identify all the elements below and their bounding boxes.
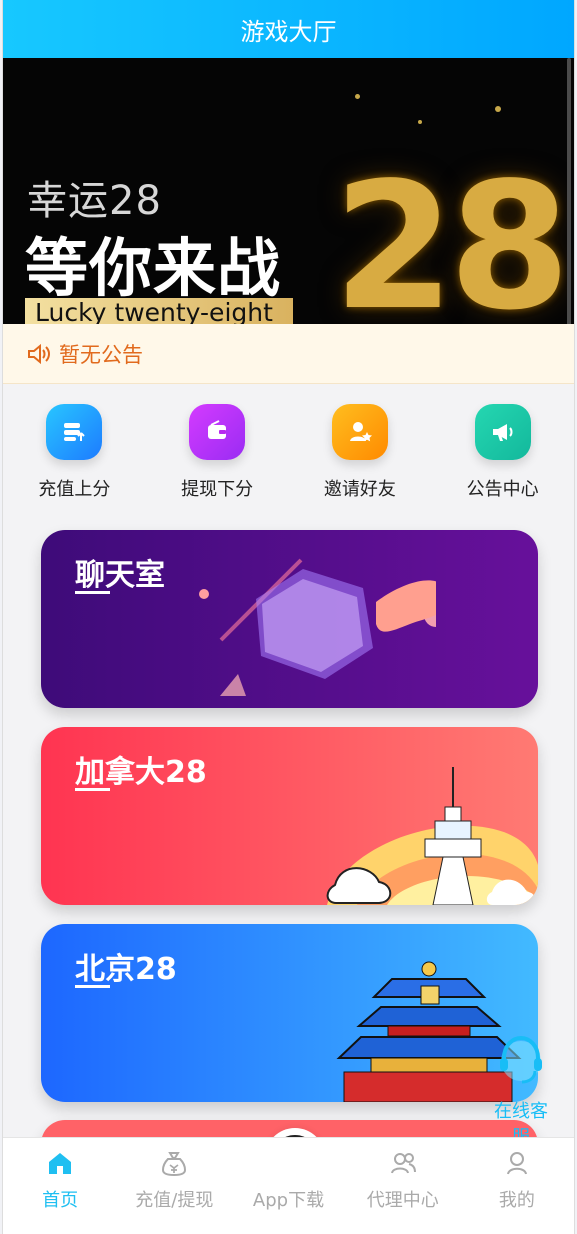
nav-recharge-label: 充值/提现 [135,1190,214,1211]
title-underline [75,591,110,594]
title-underline [75,985,110,988]
bottom-navigation: 首页 充值/提现 App下载 代理中心 我的 [3,1137,574,1234]
speaker-icon [25,341,51,367]
app-header: 游戏大厅 [3,0,574,58]
notice-bar: 暂无公告 [3,324,574,384]
nav-download-label: App下载 [252,1190,325,1211]
notice-text: 暂无公告 [59,342,143,367]
announcement-icon [474,404,531,460]
online-service[interactable]: 在线客服 [486,1034,556,1148]
recharge-label: 充值上分 [38,479,111,500]
headset-icon [500,1035,542,1084]
card-title: 加拿大28 [75,755,207,790]
nav-agent-center[interactable]: 代理中心 [346,1146,460,1212]
beijing28-card[interactable]: 北京28 [41,924,538,1102]
money-bag-icon [157,1146,191,1180]
banner-line-2: 等你来战 [25,232,281,305]
invite-label: 邀请好友 [323,479,396,500]
chatroom-card[interactable]: 聊天室 [41,530,538,708]
nav-profile-label: 我的 [498,1190,535,1211]
invite-icon [331,404,388,460]
card-title: 聊天室 [75,558,165,593]
page-title: 游戏大厅 [240,17,337,46]
recharge-icon [46,404,103,460]
canada28-card[interactable]: 加拿大28 [41,727,538,905]
withdraw-icon [189,404,246,460]
withdraw-label: 提现下分 [181,479,254,500]
nav-home[interactable]: 首页 [3,1146,117,1212]
dice-illustration [199,558,436,696]
nav-home-label: 首页 [42,1190,79,1211]
banner-tag: Lucky twenty-eight [25,298,293,324]
nav-app-download[interactable]: App下载 [231,1146,345,1212]
users-icon [386,1146,420,1180]
title-underline [75,788,110,791]
nav-profile[interactable]: 我的 [460,1146,574,1212]
app-frame: 游戏大厅 幸运28 等你来战 Lucky twenty-eight 28 暂无公… [2,0,575,1234]
card-title: 北京28 [75,952,177,987]
nav-agent-label: 代理中心 [366,1190,439,1211]
nav-recharge-withdraw[interactable]: 充值/提现 [117,1146,231,1212]
banner-number: 28 [333,146,571,324]
promo-banner[interactable]: 幸运28 等你来战 Lucky twenty-eight 28 [3,58,574,324]
app-download-spacer [272,1146,306,1180]
user-icon [500,1146,534,1180]
withdraw-action[interactable]: 提现下分 [157,404,277,526]
invite-action[interactable]: 邀请好友 [300,404,420,526]
page-scrollbar[interactable] [567,58,571,324]
quick-actions: 充值上分 提现下分 邀请好友 公告中心 [3,384,574,526]
announcement-action[interactable]: 公告中心 [443,404,563,526]
recharge-action[interactable]: 充值上分 [14,404,134,526]
announcement-label: 公告中心 [466,479,539,500]
home-icon [43,1146,77,1180]
tower-illustration [326,767,538,905]
